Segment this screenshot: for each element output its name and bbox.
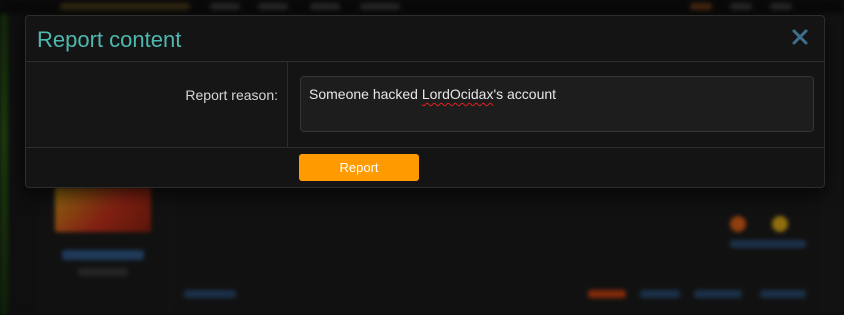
- close-button[interactable]: [790, 27, 810, 47]
- submit-row: Report: [26, 148, 824, 187]
- report-button[interactable]: Report: [299, 154, 419, 181]
- report-reason-textarea[interactable]: Someone hacked LordOcidax's account: [300, 76, 814, 132]
- reason-text-misspelled: LordOcidax: [421, 86, 494, 102]
- dialog-header: Report content: [26, 16, 824, 62]
- report-dialog: Report content Report reason: Someone ha…: [25, 15, 825, 188]
- report-reason-row: Report reason: Someone hacked LordOcidax…: [26, 62, 824, 148]
- dialog-title: Report content: [37, 27, 182, 52]
- report-reason-label: Report reason:: [185, 87, 278, 103]
- reason-text-prefix: Someone hacked: [309, 86, 422, 102]
- close-icon: [792, 29, 808, 45]
- reason-text-suffix: 's account: [493, 86, 557, 102]
